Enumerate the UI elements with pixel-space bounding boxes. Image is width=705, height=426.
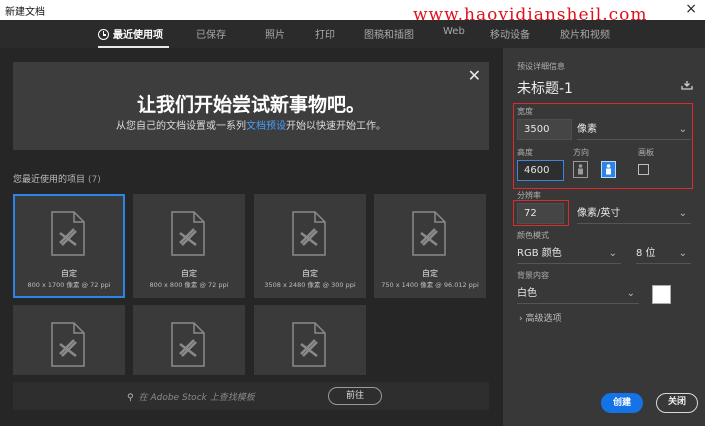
tab-art-illustration[interactable]: 图稿和插图	[364, 26, 414, 41]
main-area: ✕ 让我们开始尝试新事物吧。 从您自己的文档设置或一系列文档预设开始以快速开始工…	[0, 48, 503, 426]
background-color-swatch[interactable]	[652, 285, 671, 304]
advanced-options-label: 高级选项	[525, 314, 562, 324]
recent-doc-card[interactable]: 自定 800 x 1700 像素 @ 72 ppi	[13, 194, 125, 298]
artboard-label: 画板	[638, 148, 654, 157]
color-mode-select[interactable]: RGB 颜色 ⌄	[517, 243, 621, 264]
chevron-right-icon: ›	[519, 314, 523, 324]
chevron-down-icon: ⌄	[608, 248, 617, 259]
clock-icon	[98, 29, 109, 40]
document-icon	[51, 322, 85, 367]
doc-meta: 3508 x 2480 像素 @ 300 ppi	[264, 281, 356, 289]
document-icon	[171, 322, 205, 367]
chevron-down-icon: ⌄	[626, 288, 635, 299]
background-select[interactable]: 白色 ⌄	[517, 283, 639, 304]
tab-print[interactable]: 打印	[315, 26, 335, 41]
height-label: 高度	[517, 148, 533, 157]
height-input[interactable]: 4600	[517, 160, 564, 181]
window-title: 新建文档	[5, 7, 45, 18]
doc-meta: 750 x 1400 像素 @ 96.012 ppi	[381, 281, 479, 289]
document-icon	[292, 211, 326, 256]
width-label: 宽度	[517, 107, 533, 116]
doc-name: 自定	[61, 269, 77, 278]
recent-doc-card[interactable]	[133, 305, 245, 375]
recent-doc-card[interactable]: 自定 3508 x 2480 像素 @ 300 ppi	[254, 194, 366, 298]
welcome-banner: ✕ 让我们开始尝试新事物吧。 从您自己的文档设置或一系列文档预设开始以快速开始工…	[13, 62, 489, 150]
document-icon	[292, 322, 326, 367]
tab-recent[interactable]: 最近使用项	[98, 26, 163, 41]
artboard-checkbox[interactable]	[638, 164, 649, 175]
banner-headline: 让我们开始尝试新事物吧。	[136, 94, 365, 116]
width-unit-select[interactable]: 像素 ⌄	[577, 119, 691, 140]
doc-meta: 800 x 1700 像素 @ 72 ppi	[27, 281, 111, 289]
width-input[interactable]: 3500	[517, 119, 572, 140]
width-unit-value: 像素	[577, 124, 597, 135]
orientation-label: 方向	[573, 148, 589, 157]
recent-doc-card[interactable]: 自定 750 x 1400 像素 @ 96.012 ppi	[374, 194, 486, 298]
preset-details-label: 预设详细信息	[517, 62, 565, 71]
tab-recent-label: 最近使用项	[113, 30, 163, 41]
recent-items-count: (7)	[88, 175, 101, 185]
tab-saved[interactable]: 已保存	[196, 26, 226, 41]
stock-search-input[interactable]: ⚲ 在 Adobe Stock 上查找模板	[127, 390, 255, 403]
recent-items-label: 您最近使用的项目	[13, 175, 86, 185]
tab-film-video[interactable]: 胶片和视频	[560, 26, 610, 41]
background-value: 白色	[517, 288, 537, 299]
chevron-down-icon: ⌄	[678, 124, 687, 135]
resolution-unit-select[interactable]: 像素/英寸 ⌄	[577, 203, 691, 224]
chevron-down-icon: ⌄	[678, 248, 687, 259]
resolution-unit-value: 像素/英寸	[577, 208, 621, 219]
color-mode-value: RGB 颜色	[517, 248, 562, 259]
advanced-options-toggle[interactable]: › 高级选项	[519, 311, 562, 324]
close-button[interactable]: 关闭	[656, 393, 698, 413]
chevron-down-icon: ⌄	[678, 208, 687, 219]
color-mode-label: 颜色模式	[517, 231, 549, 240]
resolution-label: 分辨率	[517, 191, 541, 200]
background-label: 背景内容	[517, 271, 549, 280]
tab-web[interactable]: Web	[443, 26, 465, 37]
banner-subtitle-end: 开始以快速开始工作。	[286, 121, 386, 132]
create-button[interactable]: 创建	[601, 393, 643, 413]
tab-photo[interactable]: 照片	[265, 26, 285, 41]
search-icon: ⚲	[127, 393, 134, 403]
stock-go-button[interactable]: 前往	[328, 387, 382, 405]
preset-details-panel: 预设详细信息 未标题-1 宽度 3500 像素 ⌄ 高度 4600 方向 画板 分…	[503, 48, 705, 426]
doc-name: 自定	[302, 269, 318, 278]
recent-doc-card[interactable]	[13, 305, 125, 375]
recent-items-heading: 您最近使用的项目 (7)	[13, 172, 101, 185]
banner-close-icon[interactable]: ✕	[468, 66, 481, 85]
doc-name: 自定	[422, 269, 438, 278]
category-tabs: 最近使用项 已保存 照片 打印 图稿和插图 Web 移动设备 胶片和视频	[0, 20, 705, 48]
window-close-icon[interactable]: ×	[685, 1, 697, 17]
orientation-portrait-icon[interactable]	[601, 161, 616, 178]
stock-search-placeholder: 在 Adobe Stock 上查找模板	[138, 393, 255, 403]
document-icon	[412, 211, 446, 256]
document-presets-link[interactable]: 文档预设	[246, 121, 286, 132]
bit-depth-select[interactable]: 8 位 ⌄	[636, 243, 691, 264]
bit-depth-value: 8 位	[636, 248, 656, 259]
tab-mobile[interactable]: 移动设备	[490, 26, 530, 41]
doc-name: 自定	[181, 269, 197, 278]
orientation-landscape-icon[interactable]	[573, 161, 588, 178]
adobe-stock-bar: ⚲ 在 Adobe Stock 上查找模板 前往	[13, 382, 489, 410]
banner-subtitle-start: 从您自己的文档设置或一系列	[116, 121, 246, 132]
document-icon	[51, 211, 85, 256]
document-name-field[interactable]: 未标题-1	[517, 78, 573, 98]
doc-meta: 800 x 800 像素 @ 72 ppi	[149, 281, 229, 289]
banner-subtitle: 从您自己的文档设置或一系列文档预设开始以快速开始工作。	[13, 117, 489, 132]
recent-doc-card[interactable]	[254, 305, 366, 375]
document-icon	[171, 211, 205, 256]
save-preset-icon[interactable]	[681, 80, 693, 90]
recent-doc-card[interactable]: 自定 800 x 800 像素 @ 72 ppi	[133, 194, 245, 298]
resolution-input[interactable]: 72	[517, 203, 564, 224]
